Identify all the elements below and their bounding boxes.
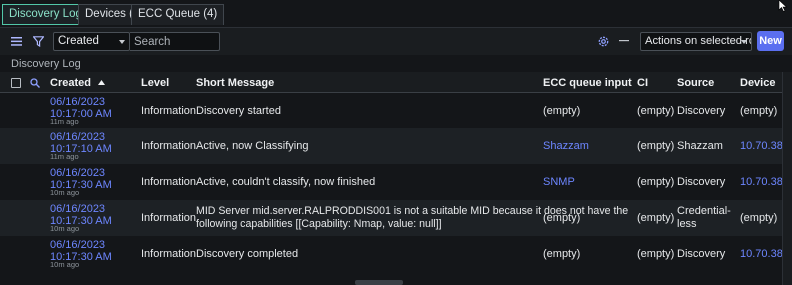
- field-select[interactable]: Created: [53, 32, 130, 51]
- actions-select[interactable]: Actions on selected rows...: [640, 32, 752, 51]
- ecc-link[interactable]: Shazzam: [543, 140, 589, 152]
- tab-ecc-queue[interactable]: ECC Queue (4): [131, 4, 225, 25]
- ci-cell: (empty): [637, 248, 675, 260]
- column-header-ecc-queue-input[interactable]: ECC queue input: [543, 77, 632, 89]
- level-cell: Information: [141, 105, 197, 117]
- message-cell: Active, now Classifying: [196, 140, 309, 152]
- tab-bar: Discovery Log (5) Devices (1) ECC Queue …: [0, 0, 792, 28]
- breadcrumb[interactable]: Discovery Log: [11, 58, 81, 70]
- ci-cell: (empty): [637, 176, 675, 188]
- column-header-level[interactable]: Level: [141, 77, 169, 89]
- vertical-scrollbar[interactable]: [782, 72, 792, 285]
- column-header-short-message[interactable]: Short Message: [196, 77, 274, 89]
- relative-time: 10m ago: [50, 224, 80, 233]
- chevron-down-icon: [741, 40, 747, 44]
- table-row: 06/16/2023 10:17:30 AM 10m ago Informatio…: [0, 200, 782, 236]
- table-header: Created Level Short Message ECC queue in…: [0, 72, 782, 93]
- column-header-ci[interactable]: CI: [637, 77, 648, 89]
- ci-cell: (empty): [637, 105, 675, 117]
- relative-time: 11m ago: [50, 117, 79, 126]
- gear-icon[interactable]: [597, 35, 609, 47]
- message-cell: Discovery completed: [196, 248, 299, 260]
- level-cell: Information: [141, 248, 197, 260]
- relative-time: 11m ago: [50, 152, 79, 161]
- level-cell: Information: [141, 212, 197, 224]
- level-cell: Information: [141, 176, 197, 188]
- select-all-checkbox[interactable]: [11, 78, 21, 88]
- relative-time: 10m ago: [50, 260, 80, 269]
- level-cell: Information: [141, 140, 197, 152]
- column-header-device[interactable]: Device: [740, 77, 775, 89]
- device-cell: (empty): [740, 212, 778, 224]
- sort-asc-icon: [98, 80, 106, 85]
- table-row: 06/16/2023 10:17:30 AM 10m ago Informatio…: [0, 164, 792, 200]
- source-cell: Discovery: [677, 105, 726, 117]
- column-header-created[interactable]: Created: [50, 77, 106, 89]
- minus-icon[interactable]: [618, 35, 630, 47]
- device-cell: (empty): [740, 105, 778, 117]
- message-cell: Discovery started: [196, 105, 281, 117]
- ecc-cell: (empty): [543, 248, 581, 260]
- source-cell: Discovery: [677, 248, 726, 260]
- ci-cell: (empty): [637, 212, 675, 224]
- table-row: 06/16/2023 10:17:00 AM 11m ago Informatio…: [0, 94, 782, 128]
- horizontal-scrollbar-thumb[interactable]: [355, 280, 403, 285]
- ecc-cell: (empty): [543, 212, 581, 224]
- search-icon[interactable]: [29, 77, 40, 88]
- menu-icon[interactable]: [10, 35, 23, 48]
- column-header-source[interactable]: Source: [677, 77, 714, 89]
- chevron-down-icon: [119, 40, 125, 44]
- search-input[interactable]: [130, 32, 220, 51]
- relative-time: 10m ago: [50, 188, 80, 197]
- message-cell: Active, couldn't classify, now finished: [196, 176, 376, 188]
- source-cell: Shazzam: [677, 140, 723, 152]
- table-row: 06/16/2023 10:17:10 AM 11m ago Informatio…: [0, 128, 792, 164]
- ecc-link[interactable]: SNMP: [543, 176, 575, 188]
- cursor-icon: [778, 0, 788, 12]
- new-button[interactable]: New: [757, 31, 784, 51]
- source-cell: Credential- less: [677, 205, 731, 230]
- ecc-cell: (empty): [543, 105, 581, 117]
- source-cell: Discovery: [677, 176, 726, 188]
- ci-cell: (empty): [637, 140, 675, 152]
- filter-icon[interactable]: [32, 34, 45, 48]
- table-row: 06/16/2023 10:17:30 AM 10m ago Informatio…: [0, 236, 792, 272]
